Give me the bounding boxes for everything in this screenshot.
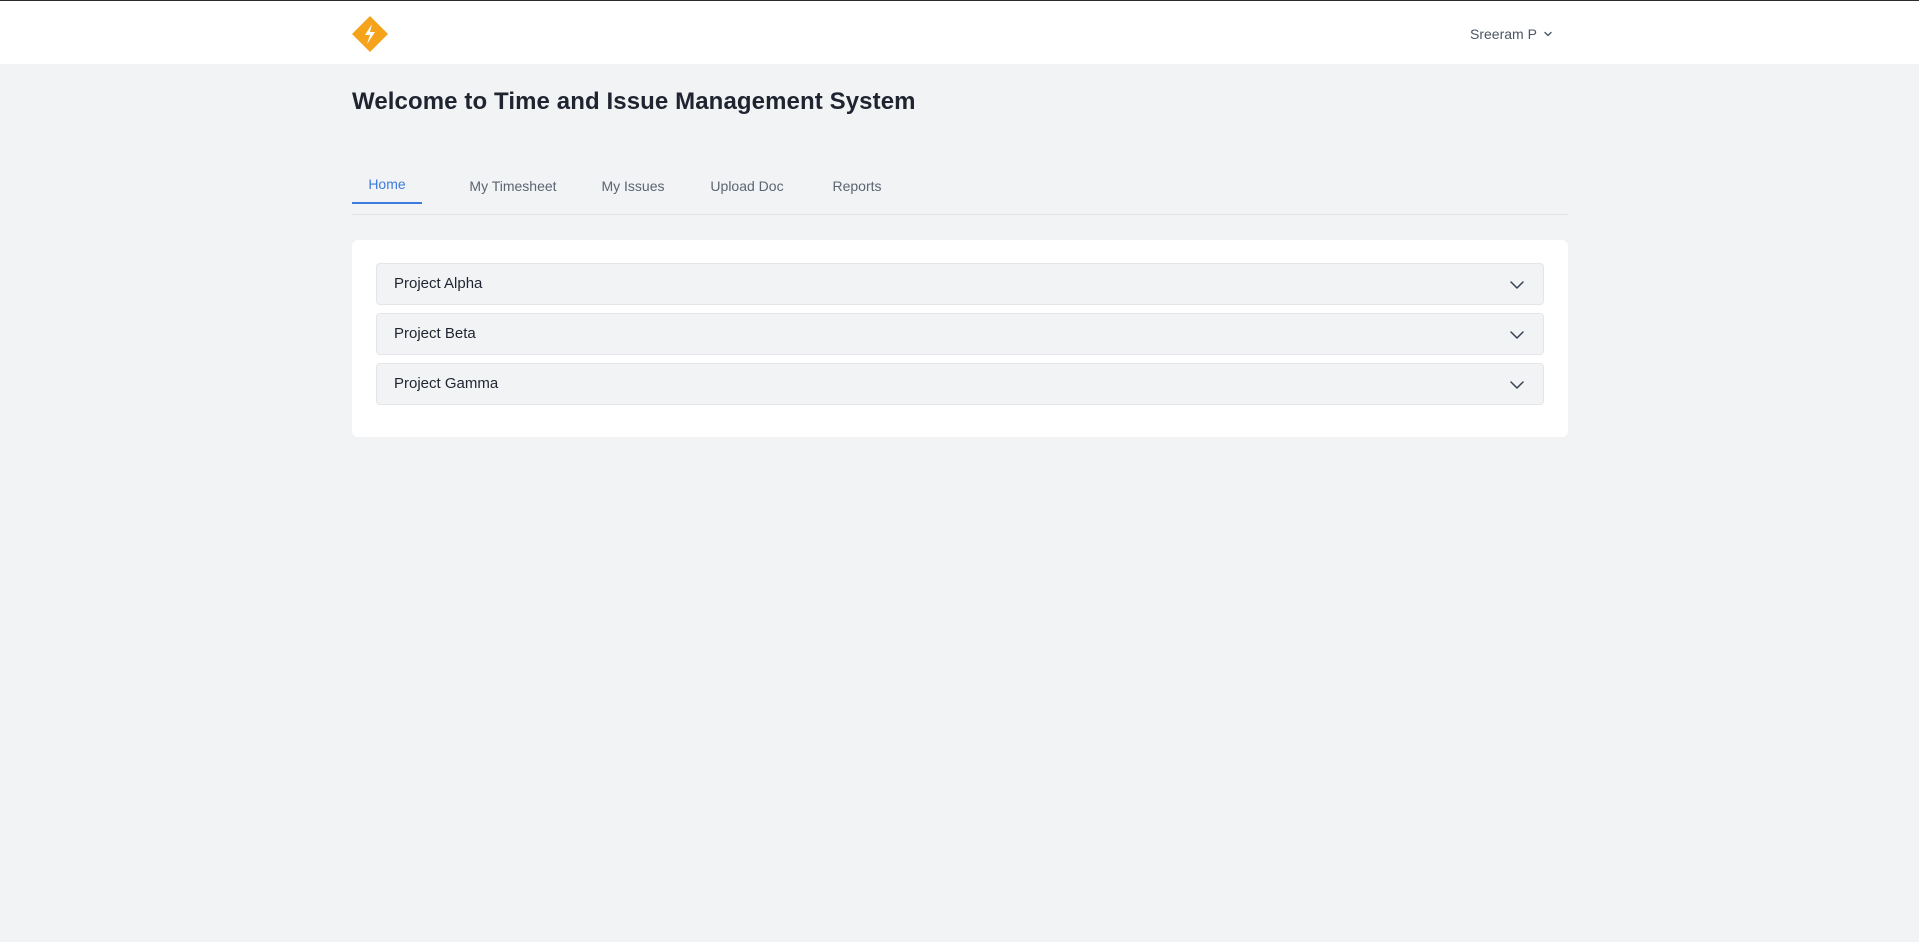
tab-upload-doc[interactable]: Upload Doc <box>695 168 799 206</box>
user-menu[interactable]: Sreeram P <box>1470 23 1553 45</box>
projects-card: Project Alpha Project Beta Project Gamma <box>352 240 1568 437</box>
project-name: Project Beta <box>394 325 476 342</box>
user-name: Sreeram P <box>1470 26 1537 42</box>
tab-reports[interactable]: Reports <box>809 168 905 206</box>
main-tabs: Home My Timesheet My Issues Upload Doc R… <box>352 168 1568 215</box>
project-name: Project Gamma <box>394 375 499 392</box>
tab-home[interactable]: Home <box>352 166 422 204</box>
diamond-logo-icon[interactable] <box>351 15 389 53</box>
top-navbar: Sreeram P <box>0 0 1919 64</box>
project-accordion-gamma[interactable]: Project Gamma <box>376 363 1544 405</box>
project-accordion-alpha[interactable]: Project Alpha <box>376 263 1544 305</box>
project-name: Project Alpha <box>394 275 483 292</box>
chevron-down-icon <box>1510 331 1524 339</box>
project-accordion-beta[interactable]: Project Beta <box>376 313 1544 355</box>
tab-my-issues[interactable]: My Issues <box>585 168 681 206</box>
page-title: Welcome to Time and Issue Management Sys… <box>352 88 916 115</box>
chevron-down-icon <box>1510 281 1524 289</box>
chevron-down-icon <box>1510 381 1524 389</box>
chevron-down-icon <box>1544 31 1552 37</box>
tab-my-timesheet[interactable]: My Timesheet <box>448 168 578 206</box>
